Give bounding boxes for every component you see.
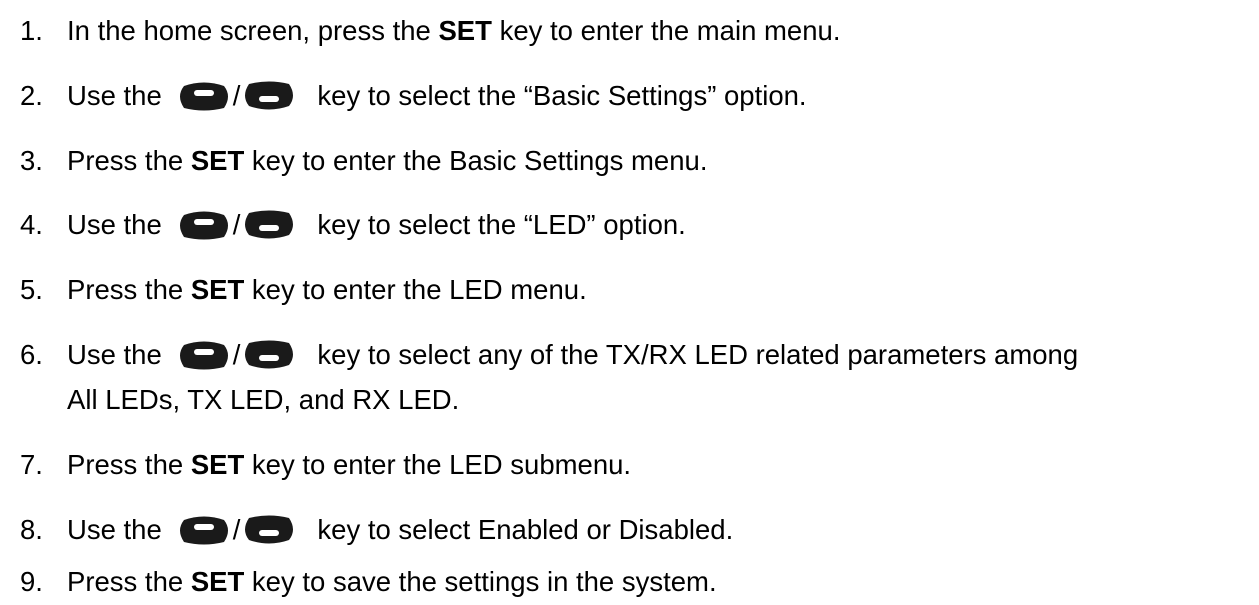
navigation-keys: / — [176, 514, 298, 546]
step-text-part: key to enter the main menu. — [491, 15, 841, 46]
step-number: 1. — [20, 15, 43, 46]
step-6-continuation: All LEDs, TX LED, and RX LED. — [67, 384, 460, 415]
navigation-keys: / — [176, 209, 298, 241]
step-number: 5. — [20, 274, 43, 305]
step-text: Press the SET key to enter the Basic Set… — [67, 145, 707, 177]
step-number: 7. — [20, 449, 43, 480]
down-key-icon — [245, 81, 294, 110]
step-text-part: Press the — [67, 145, 191, 176]
slash-separator: / — [232, 80, 241, 111]
step-text: Press the SET key to save the settings i… — [67, 566, 717, 598]
down-key-icon — [245, 515, 294, 544]
step-text: Use the / key to select the “Basic Setti… — [67, 80, 807, 112]
down-key-icon — [245, 340, 294, 369]
step-number: 2. — [20, 80, 43, 111]
slash-separator: / — [232, 514, 241, 545]
step-text-part: key to save the settings in the system. — [244, 566, 717, 597]
step-text-part: key to enter the Basic Settings menu. — [244, 145, 708, 176]
step-text: Use the / key to select any of the TX/RX… — [67, 339, 1078, 371]
set-key-label: SET — [190, 274, 245, 305]
step-text-part: Use the — [67, 209, 162, 240]
step-text-part: key to select the “Basic Settings” optio… — [317, 80, 807, 111]
step-text: Use the / key to select the “LED” option… — [67, 209, 686, 241]
slash-separator: / — [232, 209, 241, 240]
up-key-icon — [179, 82, 228, 111]
down-key-icon — [245, 210, 294, 239]
step-text-part: Press the — [67, 449, 191, 480]
step-text-part: Use the — [67, 514, 162, 545]
step-number: 9. — [20, 566, 43, 597]
navigation-keys: / — [176, 80, 298, 112]
step-text: Press the SET key to enter the LED subme… — [67, 449, 631, 481]
step-text-part: In the home screen, press the — [67, 15, 439, 46]
slash-separator: / — [232, 339, 241, 370]
step-number: 3. — [20, 145, 43, 176]
up-key-icon — [179, 516, 228, 545]
instruction-list: 1. In the home screen, press the SET key… — [0, 0, 1259, 605]
navigation-keys: / — [176, 339, 298, 371]
up-key-icon — [179, 341, 228, 370]
set-key-label: SET — [190, 449, 245, 480]
set-key-label: SET — [438, 15, 492, 46]
set-key-label: SET — [190, 566, 245, 597]
step-text-part: key to select any of the TX/RX LED relat… — [317, 339, 1079, 370]
step-text: Use the / key to select Enabled or Disab… — [67, 514, 733, 546]
step-text-part: key to select Enabled or Disabled. — [317, 514, 734, 545]
step-text-part: Use the — [67, 80, 162, 111]
up-key-icon — [179, 211, 228, 240]
step-number: 6. — [20, 339, 43, 370]
step-text-part: key to enter the LED menu. — [244, 274, 587, 305]
set-key-label: SET — [190, 145, 245, 176]
step-text-part: key to select the “LED” option. — [317, 209, 686, 240]
step-text: In the home screen, press the SET key to… — [67, 15, 840, 47]
step-text-part: key to enter the LED submenu. — [244, 449, 632, 480]
step-text-part: Press the — [67, 274, 191, 305]
step-text-part: Press the — [67, 566, 191, 597]
step-number: 8. — [20, 514, 43, 545]
step-text-part: Use the — [67, 339, 162, 370]
step-text: Press the SET key to enter the LED menu. — [67, 274, 587, 306]
step-number: 4. — [20, 209, 43, 240]
